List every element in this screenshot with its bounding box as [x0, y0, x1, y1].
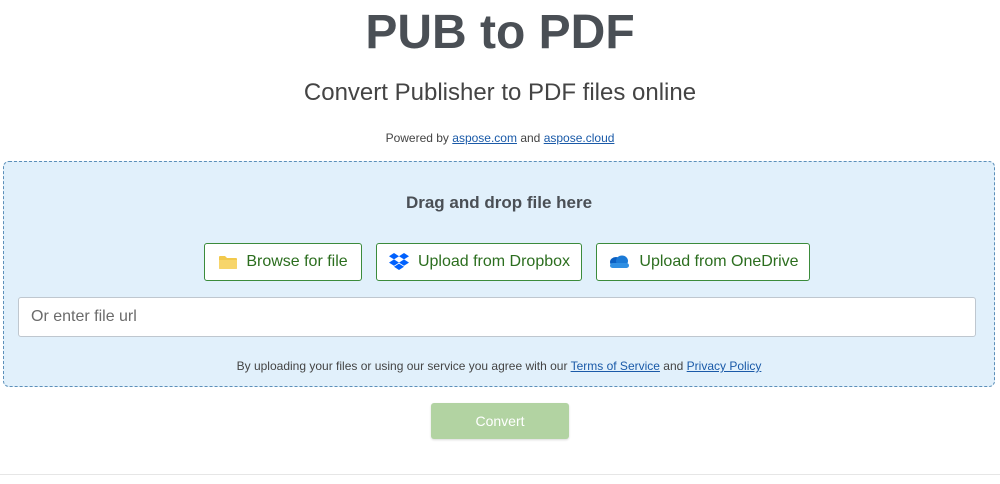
upload-buttons: Browse for file Upload from Dropbox Uplo… — [4, 243, 994, 283]
powered-by-prefix: Powered by — [385, 131, 449, 145]
onedrive-icon — [607, 254, 631, 270]
onedrive-upload-label: Upload from OneDrive — [639, 253, 799, 270]
privacy-policy-link[interactable]: Privacy Policy — [687, 359, 762, 373]
dropbox-upload-label: Upload from Dropbox — [417, 253, 571, 270]
dropbox-icon — [388, 252, 410, 272]
page-title: PUB to PDF — [365, 6, 635, 59]
agreement-and: and — [663, 359, 684, 373]
convert-button[interactable]: Convert — [431, 403, 569, 439]
agreement-prefix: By uploading your files or using our ser… — [236, 359, 568, 373]
drag-drop-label: Drag and drop file here — [405, 193, 593, 212]
footer-divider — [0, 474, 1000, 475]
powered-by-and: and — [520, 131, 541, 145]
aspose-com-link[interactable]: aspose.com — [452, 131, 517, 145]
dropbox-upload-button[interactable]: Upload from Dropbox — [376, 243, 582, 281]
page-subtitle: Convert Publisher to PDF files online — [303, 79, 697, 106]
browse-file-label: Browse for file — [246, 253, 348, 270]
browse-file-button[interactable]: Browse for file — [204, 243, 362, 281]
agreement-text: By uploading your files or using our ser… — [4, 359, 994, 373]
powered-by: Powered by aspose.com and aspose.cloud — [0, 131, 1000, 145]
page: PUB to PDF Convert Publisher to PDF file… — [0, 0, 1000, 484]
file-dropzone[interactable]: Drag and drop file here Browse for file — [3, 161, 995, 387]
file-url-input[interactable] — [18, 297, 976, 337]
aspose-cloud-link[interactable]: aspose.cloud — [544, 131, 615, 145]
onedrive-upload-button[interactable]: Upload from OneDrive — [596, 243, 810, 281]
folder-icon — [218, 254, 238, 270]
terms-of-service-link[interactable]: Terms of Service — [571, 359, 660, 373]
